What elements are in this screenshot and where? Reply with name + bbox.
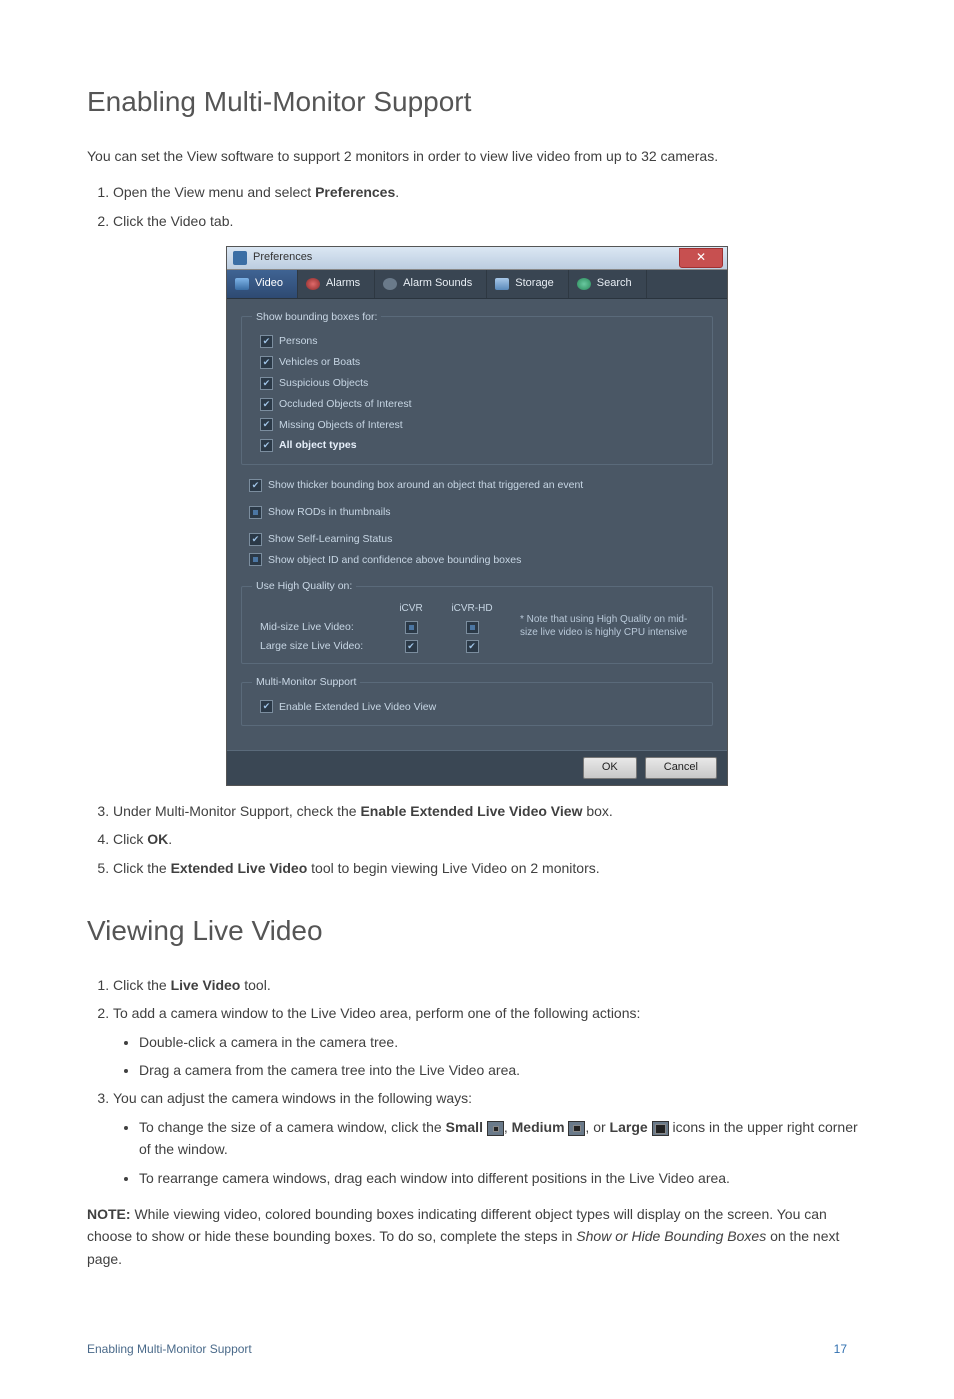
note-paragraph: NOTE: While viewing video, colored bound… bbox=[87, 1203, 867, 1270]
cb-vehicles[interactable] bbox=[260, 356, 273, 369]
dialog-title: Preferences bbox=[253, 249, 679, 267]
cb-alltypes-row: All object types bbox=[260, 435, 702, 456]
cb-large-icvrhd[interactable] bbox=[466, 640, 479, 653]
cb-enable-extended-row: Enable Extended Live Video View bbox=[260, 697, 702, 718]
dialog-button-bar: OK Cancel bbox=[227, 750, 727, 785]
s2-step-1: Click the Live Video tool. bbox=[113, 974, 867, 996]
s2-step-2b: Drag a camera from the camera tree into … bbox=[139, 1059, 867, 1081]
multi-monitor-group: Multi-Monitor Support Enable Extended Li… bbox=[241, 674, 713, 727]
cb-rods-row: Show RODs in thumbnails bbox=[249, 502, 713, 523]
close-button[interactable]: ✕ bbox=[679, 248, 723, 268]
section1-steps: Open the View menu and select Preference… bbox=[87, 181, 867, 232]
cb-vehicles-row: Vehicles or Boats bbox=[260, 352, 702, 373]
s2-step-3b: To rearrange camera windows, drag each w… bbox=[139, 1167, 867, 1189]
cb-mid-icvr[interactable] bbox=[405, 621, 418, 634]
step-3: Under Multi-Monitor Support, check the E… bbox=[113, 800, 867, 822]
step-2: Click the Video tab. bbox=[113, 210, 867, 232]
cb-alltypes[interactable] bbox=[260, 439, 273, 452]
s2-step-3a: To change the size of a camera window, c… bbox=[139, 1116, 867, 1161]
storage-icon bbox=[495, 278, 509, 290]
ok-button[interactable]: OK bbox=[583, 757, 637, 779]
cb-suspicious-row: Suspicious Objects bbox=[260, 373, 702, 394]
tab-video[interactable]: Video bbox=[227, 270, 298, 298]
section2-steps: Click the Live Video tool. To add a came… bbox=[87, 974, 867, 1189]
high-quality-group: Use High Quality on: iCVR iCVR-HD Mid-si… bbox=[241, 578, 713, 663]
video-icon bbox=[235, 278, 249, 290]
cb-mid-icvrhd[interactable] bbox=[466, 621, 479, 634]
section1-title: Enabling Multi-Monitor Support bbox=[87, 80, 867, 125]
hq-row-mid: Mid-size Live Video: bbox=[260, 619, 380, 636]
alarms-icon bbox=[306, 278, 320, 290]
tab-alarm-sounds[interactable]: Alarm Sounds bbox=[375, 270, 487, 298]
dialog-body: Show bounding boxes for: Persons Vehicle… bbox=[227, 299, 727, 751]
cb-selflearn[interactable] bbox=[249, 533, 262, 546]
cb-large-icvr[interactable] bbox=[405, 640, 418, 653]
s2-step-3: You can adjust the camera windows in the… bbox=[113, 1087, 867, 1189]
tabs: Video Alarms Alarm Sounds Storage Search bbox=[227, 270, 727, 299]
s2-step-2a: Double-click a camera in the camera tree… bbox=[139, 1031, 867, 1053]
preferences-dialog: Preferences ✕ Video Alarms Alarm Sounds … bbox=[226, 246, 728, 786]
section1-steps-cont: Under Multi-Monitor Support, check the E… bbox=[87, 800, 867, 879]
cb-persons[interactable] bbox=[260, 335, 273, 348]
cb-objid-row: Show object ID and confidence above boun… bbox=[249, 550, 713, 571]
cb-enable-extended[interactable] bbox=[260, 700, 273, 713]
cb-occluded-row: Occluded Objects of Interest bbox=[260, 394, 702, 415]
s2-step-2: To add a camera window to the Live Video… bbox=[113, 1002, 867, 1081]
alarm-sounds-icon bbox=[383, 278, 397, 290]
cb-missing-row: Missing Objects of Interest bbox=[260, 415, 702, 436]
size-small-icon bbox=[487, 1121, 504, 1136]
step-4: Click OK. bbox=[113, 828, 867, 850]
section1-intro: You can set the View software to support… bbox=[87, 145, 867, 167]
hq-note: * Note that using High Quality on mid-si… bbox=[520, 601, 700, 639]
step-1: Open the View menu and select Preference… bbox=[113, 181, 867, 203]
step-5: Click the Extended Live Video tool to be… bbox=[113, 857, 867, 879]
hq-col-icvr: iCVR bbox=[386, 601, 436, 617]
section2-title: Viewing Live Video bbox=[87, 909, 867, 954]
page-number: 17 bbox=[834, 1340, 867, 1359]
size-medium-icon bbox=[568, 1121, 585, 1136]
page-footer: Enabling Multi-Monitor Support 17 bbox=[87, 1340, 867, 1359]
tab-storage[interactable]: Storage bbox=[487, 270, 569, 298]
cb-thicker-row: Show thicker bounding box around an obje… bbox=[249, 475, 713, 496]
hq-row-large: Large size Live Video: bbox=[260, 638, 380, 655]
cb-thicker[interactable] bbox=[249, 479, 262, 492]
cb-persons-row: Persons bbox=[260, 331, 702, 352]
cb-occluded[interactable] bbox=[260, 398, 273, 411]
cb-selflearn-row: Show Self-Learning Status bbox=[249, 529, 713, 550]
cb-rods[interactable] bbox=[249, 506, 262, 519]
bounding-boxes-group: Show bounding boxes for: Persons Vehicle… bbox=[241, 309, 713, 466]
tab-search[interactable]: Search bbox=[569, 270, 647, 298]
cb-missing[interactable] bbox=[260, 418, 273, 431]
tab-alarms[interactable]: Alarms bbox=[298, 270, 375, 298]
app-icon bbox=[233, 251, 247, 265]
search-icon bbox=[577, 278, 591, 290]
hq-col-icvrhd: iCVR-HD bbox=[442, 601, 502, 617]
cancel-button[interactable]: Cancel bbox=[645, 757, 717, 779]
size-large-icon bbox=[652, 1121, 669, 1136]
footer-left: Enabling Multi-Monitor Support bbox=[87, 1340, 252, 1359]
cb-suspicious[interactable] bbox=[260, 377, 273, 390]
dialog-titlebar: Preferences ✕ bbox=[227, 247, 727, 270]
cb-objid[interactable] bbox=[249, 553, 262, 566]
